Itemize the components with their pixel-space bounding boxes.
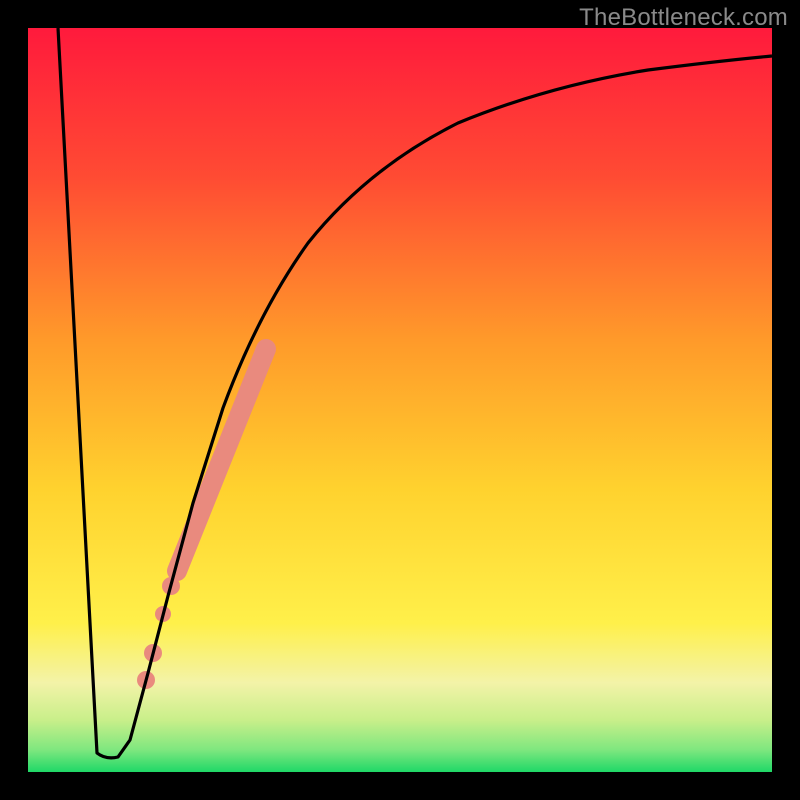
chart-frame: TheBottleneck.com (0, 0, 800, 800)
highlight-segment (177, 349, 266, 571)
bottleneck-curve (28, 28, 772, 772)
plot-area (28, 28, 772, 772)
curve-path (58, 28, 772, 758)
watermark-text: TheBottleneck.com (579, 4, 788, 32)
